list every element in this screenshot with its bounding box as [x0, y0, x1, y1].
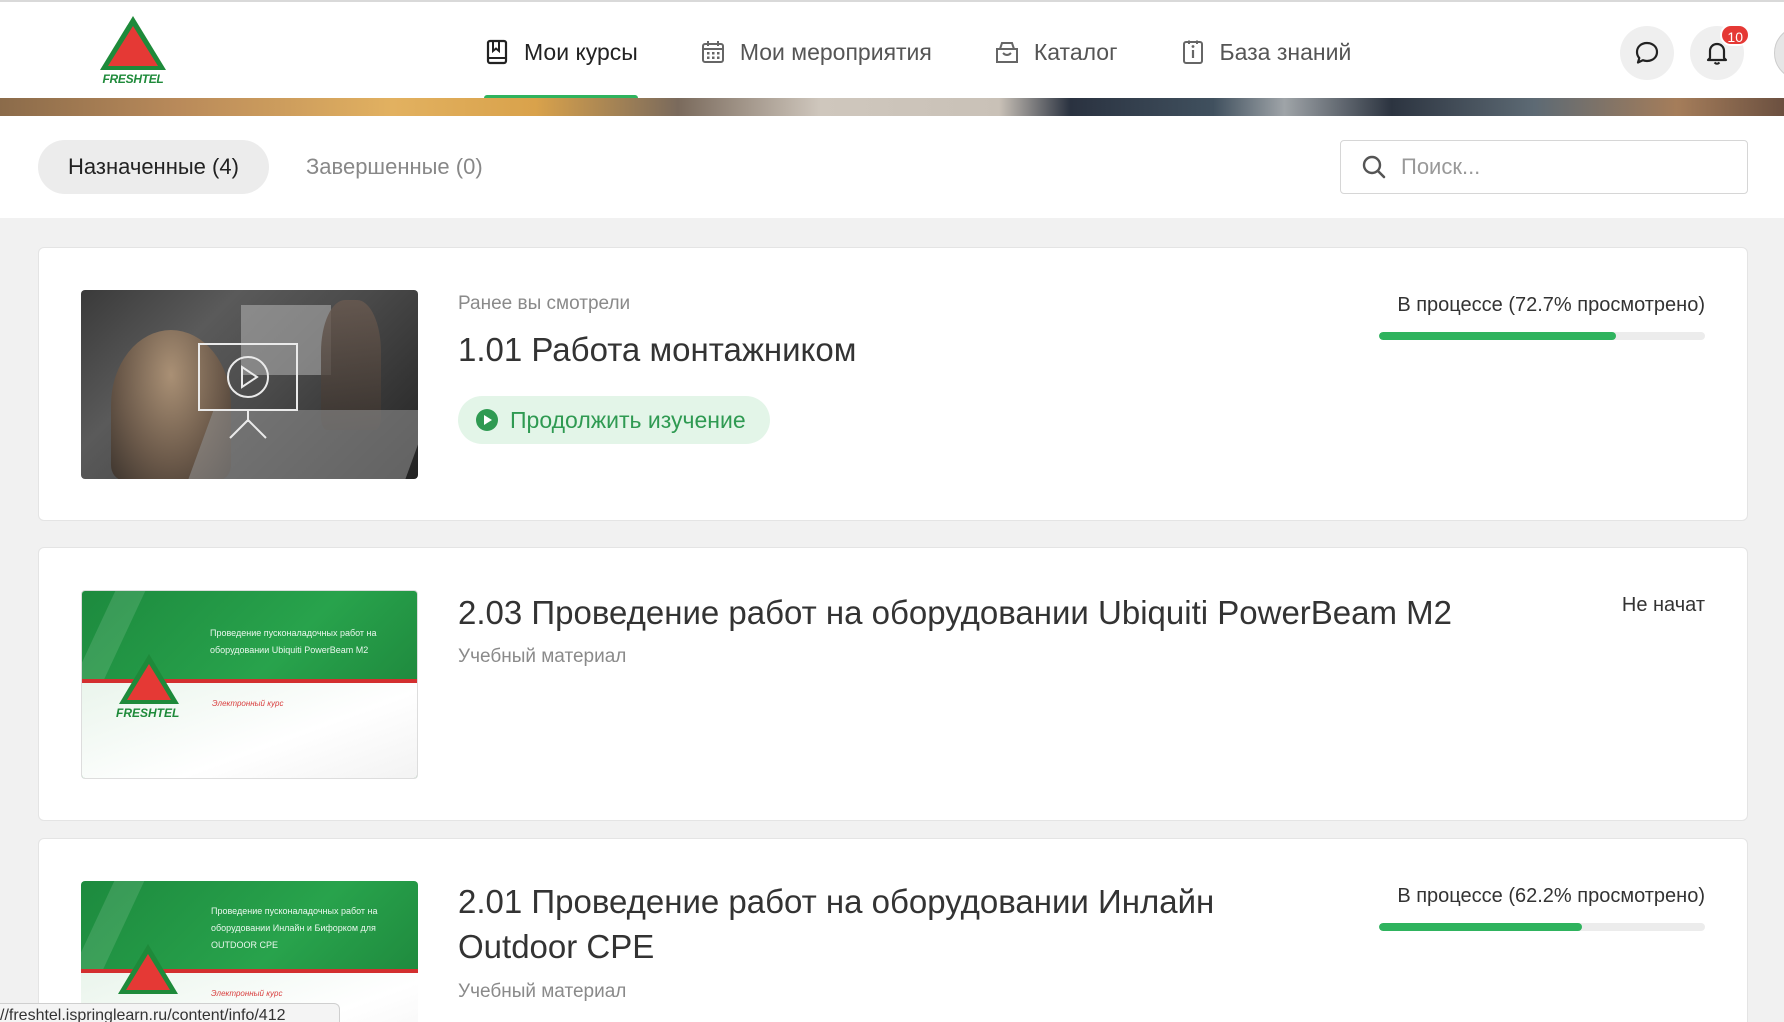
course-status: В процессе (72.7% просмотрено)	[1397, 294, 1705, 316]
play-circle-icon	[476, 409, 498, 431]
course-title[interactable]: 1.01 Работа монтажником	[458, 327, 856, 372]
course-card[interactable]: Проведение пусконаладочных работ на обор…	[38, 838, 1748, 1022]
logo-brand-text: FRESHTEL	[102, 72, 164, 86]
course-card[interactable]: Проведение пусконаладочных работ на обор…	[38, 547, 1748, 821]
freshtel-logo-icon	[119, 654, 179, 704]
link-url-status: //freshtel.ispringlearn.ru/content/info/…	[0, 1003, 340, 1022]
thumbnail-tag: Электронный курс	[212, 699, 284, 708]
header-banner-image	[0, 98, 1784, 116]
chat-icon	[1635, 41, 1659, 64]
search-box[interactable]	[1340, 140, 1748, 194]
freshtel-logo-icon	[118, 944, 178, 994]
top-navigation-bar: FRESHTEL Мои курсы Мои мероприятия Катал…	[0, 0, 1784, 100]
course-title[interactable]: 2.03 Проведение работ на оборудовании Ub…	[458, 590, 1452, 635]
course-type: Учебный материал	[458, 981, 627, 1002]
nav-catalog-label: Каталог	[1033, 38, 1118, 65]
chat-button[interactable]	[1620, 26, 1674, 80]
calendar-icon	[701, 41, 724, 63]
course-kicker: Ранее вы смотрели	[458, 293, 631, 314]
notifications-button[interactable]: 10	[1690, 24, 1750, 80]
thumbnail-tag: Электронный курс	[211, 989, 283, 998]
nav-my-courses-label: Мои курсы	[524, 38, 638, 65]
user-avatar[interactable]	[1774, 26, 1784, 80]
notifications-badge: 10	[1720, 24, 1750, 46]
course-thumbnail[interactable]: Проведение пусконаладочных работ на обор…	[81, 881, 418, 1022]
freshtel-logo[interactable]: FRESHTEL	[98, 14, 168, 88]
continue-learning-label: Продолжить изучение	[510, 406, 746, 433]
video-presentation-icon	[198, 343, 298, 439]
course-status: В процессе (62.2% просмотрено)	[1397, 885, 1705, 907]
course-progress-bar	[1379, 923, 1705, 931]
course-thumbnail[interactable]: Проведение пусконаладочных работ на обор…	[81, 590, 418, 779]
course-filter-bar: Назначенные (4) Завершенные (0)	[0, 116, 1784, 218]
course-progress-bar	[1379, 332, 1705, 340]
nav-my-events[interactable]: Мои мероприятия	[700, 4, 932, 100]
course-card[interactable]: Ранее вы смотрели 1.01 Работа монтажнико…	[38, 247, 1748, 521]
thumbnail-brand: FRESHTEL	[116, 706, 180, 720]
nav-my-events-label: Мои мероприятия	[739, 38, 932, 65]
continue-learning-button[interactable]: Продолжить изучение	[458, 396, 770, 444]
catalog-icon	[995, 42, 1018, 63]
course-progress-fill	[1379, 332, 1616, 340]
book-icon	[486, 39, 508, 65]
search-input[interactable]	[1401, 154, 1721, 180]
course-thumbnail-image: Проведение пусконаладочных работ на обор…	[82, 591, 417, 778]
nav-my-courses[interactable]: Мои курсы	[484, 4, 638, 100]
course-thumbnail-image: Проведение пусконаладочных работ на обор…	[81, 881, 418, 1022]
course-title-line-1[interactable]: 2.01 Проведение работ на оборудовании Ин…	[458, 879, 1214, 924]
tab-completed[interactable]: Завершенные (0)	[306, 140, 483, 194]
search-icon	[1362, 155, 1386, 179]
course-status: Не начат	[1621, 594, 1705, 616]
course-title-line-2[interactable]: Outdoor CPE	[458, 924, 654, 969]
nav-knowledge-base-label: База знаний	[1219, 38, 1352, 65]
thumbnail-course-text: Проведение пусконаладочных работ на обор…	[211, 906, 378, 950]
course-progress-fill	[1379, 923, 1582, 931]
nav-catalog[interactable]: Каталог	[994, 4, 1118, 100]
freshtel-logo-icon	[100, 16, 166, 70]
info-icon	[1182, 40, 1203, 64]
tab-assigned[interactable]: Назначенные (4)	[38, 140, 269, 194]
nav-knowledge-base[interactable]: База знаний	[1180, 4, 1352, 100]
course-type: Учебный материал	[458, 646, 627, 667]
video-thumbnail[interactable]	[81, 290, 418, 479]
main-navigation: Мои курсы Мои мероприятия Каталог База з…	[484, 4, 1413, 100]
thumbnail-course-text: Проведение пусконаладочных работ на обор…	[210, 628, 377, 655]
